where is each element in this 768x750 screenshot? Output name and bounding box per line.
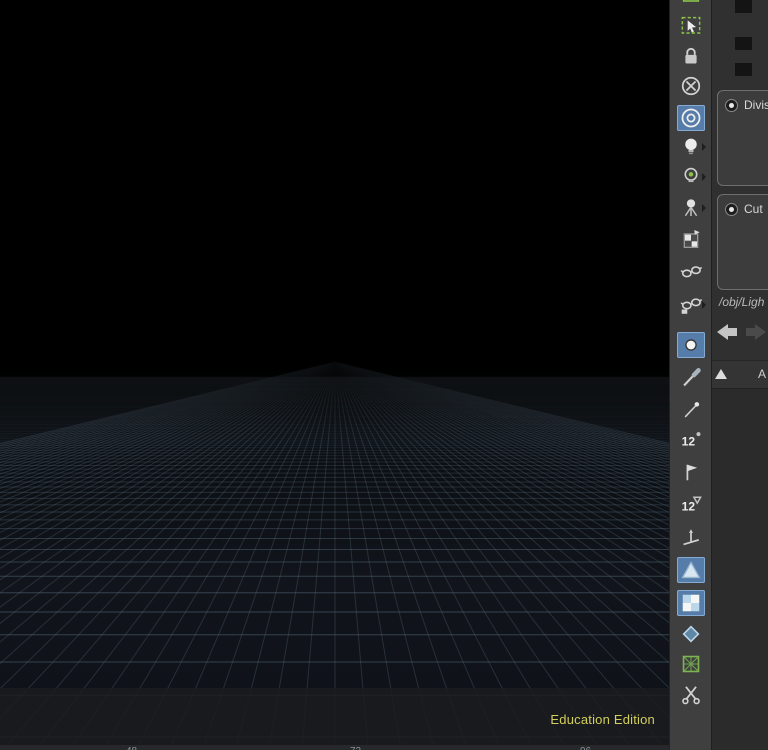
checker-icon [682, 594, 700, 612]
forward-button[interactable] [746, 324, 766, 340]
lightbulb-button[interactable] [677, 134, 706, 160]
panel-body [712, 388, 768, 750]
diamond-icon [682, 625, 700, 643]
brush-icon [683, 368, 701, 387]
radio-button[interactable] [725, 98, 738, 112]
scene-viewport[interactable]: Education Edition [0, 0, 669, 744]
back-arrow-icon [717, 324, 728, 340]
option-label: Cut [744, 202, 763, 216]
lock-button[interactable] [677, 43, 705, 69]
scissors-icon [682, 686, 700, 705]
normal-vector-button[interactable] [677, 525, 705, 551]
circle-x-icon [681, 76, 701, 96]
svg-text:12: 12 [682, 499, 696, 513]
option-box-cut: Cut [717, 194, 768, 290]
horizon-fade [0, 356, 669, 442]
section-header: A [712, 360, 768, 389]
option-box-divisions: Divis [717, 90, 768, 186]
wire-box-button[interactable] [677, 651, 705, 677]
lightbulb-icon [685, 138, 697, 155]
flag-icon [686, 464, 698, 481]
timeline-ruler[interactable]: 48 72 96 [0, 744, 669, 750]
glasses-button[interactable] [677, 258, 705, 284]
back-button[interactable] [717, 324, 737, 340]
prim-numbers-button[interactable]: 12 [677, 492, 705, 518]
textured-cube-icon [683, 230, 700, 248]
svg-text:12: 12 [682, 434, 696, 448]
node-path[interactable]: /obj/Ligh [719, 295, 764, 309]
studio-light-button[interactable] [677, 195, 706, 221]
point-display-icon [685, 339, 697, 351]
collapse-triangle-icon[interactable] [715, 369, 727, 379]
cone-icon [681, 561, 701, 579]
lightbulb-green-button[interactable] [677, 164, 706, 190]
lock-icon [685, 47, 697, 64]
needle-button[interactable] [677, 397, 705, 423]
forward-arrow-shaft [746, 328, 755, 336]
dark-tile[interactable] [735, 37, 752, 50]
textured-cube-button[interactable] [677, 227, 705, 253]
ruler-tick: 72 [350, 746, 361, 750]
forward-arrow-icon [755, 324, 766, 340]
glasses-box-icon [680, 298, 703, 314]
concentric-circles-button[interactable] [677, 105, 705, 131]
circle-x-button[interactable] [677, 73, 705, 99]
glasses-icon [680, 266, 703, 278]
checker-button[interactable] [677, 590, 705, 616]
section-label: A [758, 367, 767, 381]
dark-tile[interactable] [735, 63, 752, 76]
brush-button[interactable] [677, 365, 705, 391]
normal-vector-icon [683, 529, 699, 546]
cone-button[interactable] [677, 557, 705, 583]
houdini-window: Education Edition 48 72 96 [0, 0, 768, 750]
needle-icon [684, 402, 700, 418]
wire-box-icon [682, 655, 700, 673]
point-numbers-icon: 12 [682, 432, 701, 448]
back-arrow-shaft [728, 328, 737, 336]
point-display-button[interactable] [677, 332, 705, 358]
right-panel: Divis Cut /obj/Ligh A [711, 0, 768, 750]
prim-numbers-icon: 12 [682, 496, 702, 513]
lightbulb-green-icon [684, 167, 698, 183]
ruler-tick: 48 [126, 746, 137, 750]
studio-light-icon [684, 199, 698, 217]
radio-button[interactable] [725, 202, 738, 216]
radio-dot-icon [729, 206, 734, 212]
dark-tile[interactable] [735, 0, 752, 13]
point-numbers-button[interactable]: 12 [677, 427, 705, 453]
select-visible-button[interactable] [677, 12, 705, 38]
radio-dot-icon [729, 102, 734, 108]
select-visible-icon [681, 16, 701, 34]
watermark: Education Edition [550, 712, 655, 727]
diamond-button[interactable] [677, 621, 705, 647]
scissors-button[interactable] [677, 681, 705, 707]
concentric-circles-icon [681, 108, 701, 128]
option-label: Divis [744, 98, 768, 112]
flag-button[interactable] [677, 459, 705, 485]
ruler-tick: 96 [580, 746, 591, 750]
glasses-box-button[interactable] [677, 292, 706, 318]
nav-arrows [717, 324, 766, 340]
display-toolbar: 12 12 [669, 0, 712, 750]
